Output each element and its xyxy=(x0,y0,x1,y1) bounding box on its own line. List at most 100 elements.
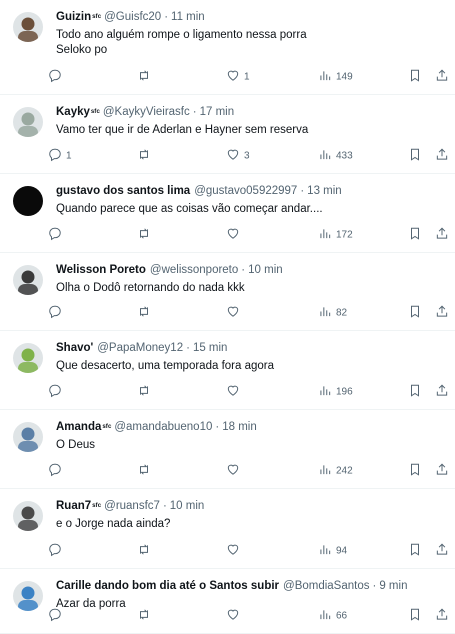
avatar[interactable] xyxy=(13,186,43,216)
like-button[interactable]: 1 xyxy=(226,69,250,86)
display-name[interactable]: Kayky xyxy=(56,105,90,120)
reply-icon xyxy=(48,69,62,86)
share-icon xyxy=(435,148,449,165)
views-button[interactable]: 82 xyxy=(318,305,347,322)
tweet[interactable]: Kayky ˢᶠᶜ @KaykyVieirasfc · 17 min Vamo … xyxy=(0,95,455,174)
user-handle[interactable]: @BomdiaSantos xyxy=(283,579,369,594)
views-button[interactable]: 94 xyxy=(318,543,347,560)
avatar[interactable] xyxy=(13,107,43,137)
reply-button[interactable] xyxy=(48,384,66,401)
separator: · xyxy=(162,500,167,512)
tweet-text: Vamo ter que ir de Aderlan e Hayner sem … xyxy=(56,124,309,136)
reply-button[interactable] xyxy=(48,305,66,322)
views-button[interactable]: 196 xyxy=(318,384,353,401)
separator: · xyxy=(164,11,169,23)
reply-button[interactable] xyxy=(48,463,66,480)
display-name[interactable]: Ruan7 xyxy=(56,499,91,514)
bookmark-button[interactable] xyxy=(408,608,422,625)
views-button[interactable]: 172 xyxy=(318,227,353,244)
reply-button[interactable] xyxy=(48,608,66,625)
view-count: 94 xyxy=(336,545,348,557)
views-button[interactable]: 242 xyxy=(318,463,353,480)
display-name[interactable]: Guizin xyxy=(56,10,91,25)
view-count: 66 xyxy=(336,610,348,622)
share-button[interactable] xyxy=(435,543,449,560)
user-handle[interactable]: @KaykyVieirasfc xyxy=(103,105,190,120)
display-name[interactable]: Amanda xyxy=(56,420,101,435)
like-button[interactable] xyxy=(226,608,244,625)
share-icon xyxy=(435,543,449,560)
share-button[interactable] xyxy=(435,608,449,625)
user-handle[interactable]: @amandabueno10 xyxy=(114,420,212,435)
reply-button[interactable] xyxy=(48,69,66,86)
user-handle[interactable]: @PapaMoney12 xyxy=(97,341,183,356)
tweet[interactable]: Shavo' @PapaMoney12 · 15 min Que desacer… xyxy=(0,331,455,410)
timestamp[interactable]: 15 min xyxy=(193,341,228,356)
tweet[interactable]: Welisson Poreto @welissonporeto · 10 min… xyxy=(0,253,455,331)
display-name[interactable]: Carille dando bom dia até o Santos subir xyxy=(56,579,279,594)
retweet-button[interactable] xyxy=(137,384,151,401)
user-handle[interactable]: @Guisfc20 xyxy=(104,10,161,25)
like-button[interactable] xyxy=(226,463,244,480)
retweet-button[interactable] xyxy=(137,69,151,86)
display-name[interactable]: Shavo' xyxy=(56,341,93,356)
reply-button[interactable] xyxy=(48,227,66,244)
retweet-button[interactable] xyxy=(137,608,151,625)
avatar[interactable] xyxy=(13,265,43,295)
like-button[interactable] xyxy=(226,305,244,322)
timestamp[interactable]: 11 min xyxy=(171,10,205,25)
bookmark-button[interactable] xyxy=(408,69,422,86)
tweet[interactable]: Guizin ˢᶠᶜ @Guisfc20 · 11 min Todo ano a… xyxy=(0,0,455,95)
avatar[interactable] xyxy=(13,422,43,452)
tweet[interactable]: Ruan7 ˢᶠᶜ @ruansfc7 · 10 min e o Jorge n… xyxy=(0,489,455,569)
retweet-button[interactable] xyxy=(137,227,151,244)
bookmark-button[interactable] xyxy=(408,463,422,480)
avatar[interactable] xyxy=(13,581,43,611)
share-button[interactable] xyxy=(435,463,449,480)
tweet[interactable]: Carille dando bom dia até o Santos subir… xyxy=(0,569,455,634)
timestamp[interactable]: 10 min xyxy=(248,263,283,278)
user-handle[interactable]: @gustavo05922997 xyxy=(194,184,297,199)
bookmark-button[interactable] xyxy=(408,305,422,322)
views-button[interactable]: 433 xyxy=(318,148,353,165)
tweet[interactable]: Amanda ˢᶠᶜ @amandabueno10 · 18 min O Deu… xyxy=(0,410,455,489)
share-button[interactable] xyxy=(435,227,449,244)
display-name[interactable]: Welisson Poreto xyxy=(56,263,146,278)
avatar[interactable] xyxy=(13,501,43,531)
share-button[interactable] xyxy=(435,305,449,322)
display-name[interactable]: gustavo dos santos lima xyxy=(56,184,190,199)
share-button[interactable] xyxy=(435,69,449,86)
timestamp[interactable]: 18 min xyxy=(222,420,257,435)
like-button[interactable] xyxy=(226,384,244,401)
like-button[interactable] xyxy=(226,227,244,244)
bookmark-button[interactable] xyxy=(408,384,422,401)
retweet-button[interactable] xyxy=(137,148,151,165)
tweet-header: Kayky ˢᶠᶜ @KaykyVieirasfc · 17 min xyxy=(56,105,445,121)
retweet-button[interactable] xyxy=(137,463,151,480)
avatar[interactable] xyxy=(13,343,43,373)
timestamp[interactable]: 10 min xyxy=(170,499,205,514)
timestamp[interactable]: 13 min xyxy=(307,184,342,199)
like-button[interactable] xyxy=(226,543,244,560)
like-button[interactable]: 3 xyxy=(226,148,250,165)
tweet[interactable]: gustavo dos santos lima @gustavo05922997… xyxy=(0,174,455,253)
action-bar: 172 xyxy=(48,218,448,252)
views-button[interactable]: 149 xyxy=(318,69,353,86)
bookmark-button[interactable] xyxy=(408,227,422,244)
retweet-button[interactable] xyxy=(137,543,151,560)
timestamp[interactable]: 9 min xyxy=(379,579,407,594)
user-handle[interactable]: @welissonporeto xyxy=(150,263,238,278)
share-button[interactable] xyxy=(435,384,449,401)
reply-button[interactable]: 1 xyxy=(48,148,72,165)
retweet-button[interactable] xyxy=(137,305,151,322)
bookmark-button[interactable] xyxy=(408,148,422,165)
avatar[interactable] xyxy=(13,12,43,42)
heart-icon xyxy=(226,305,240,322)
action-bar: 66 xyxy=(48,599,448,633)
reply-button[interactable] xyxy=(48,543,66,560)
user-handle[interactable]: @ruansfc7 xyxy=(104,499,160,514)
timestamp[interactable]: 17 min xyxy=(200,105,235,120)
share-button[interactable] xyxy=(435,148,449,165)
views-button[interactable]: 66 xyxy=(318,608,347,625)
bookmark-button[interactable] xyxy=(408,543,422,560)
